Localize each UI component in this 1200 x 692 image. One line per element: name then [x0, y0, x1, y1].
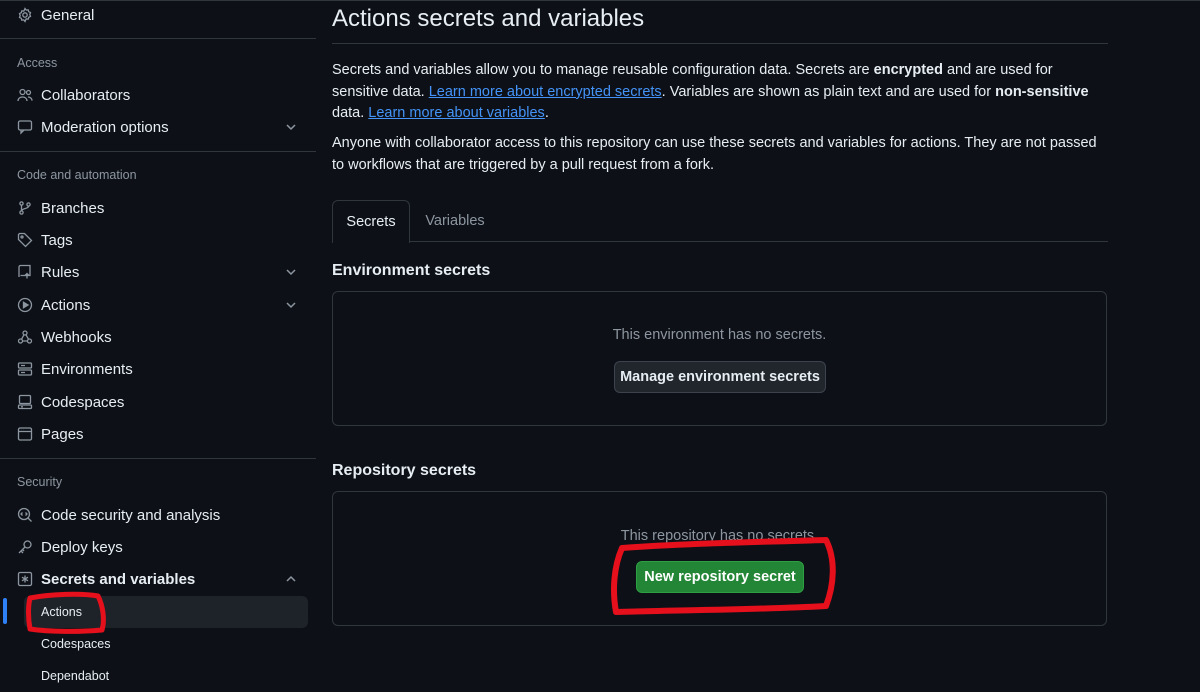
- environment-empty-text: This environment has no secrets.: [612, 327, 827, 343]
- sidebar-divider: [0, 458, 316, 459]
- sidebar-divider: [0, 38, 316, 39]
- tab-bar: Secrets Variables: [332, 200, 1108, 243]
- sidebar-subitem-actions[interactable]: Actions: [24, 596, 308, 628]
- repo-push-icon: [17, 264, 33, 280]
- repository-secrets-box: This repository has no secrets. New repo…: [332, 491, 1107, 626]
- tab-variables[interactable]: Variables: [414, 200, 496, 242]
- codespaces-icon: [17, 394, 33, 410]
- sidebar-item-label: Deploy keys: [41, 538, 123, 556]
- environment-secrets-box: This environment has no secrets. Manage …: [332, 291, 1107, 426]
- sidebar-item-code-security[interactable]: Code security and analysis: [8, 500, 308, 530]
- chevron-down-icon: [284, 298, 298, 312]
- branch-icon: [17, 200, 33, 216]
- sidebar-item-deploy-keys[interactable]: Deploy keys: [8, 532, 308, 562]
- play-icon: [17, 297, 33, 313]
- sidebar-item-pages[interactable]: Pages: [8, 419, 308, 449]
- learn-more-variables-link[interactable]: Learn more about variables: [368, 105, 545, 121]
- active-indicator: [3, 598, 7, 624]
- manage-environment-secrets-button[interactable]: Manage environment secrets: [614, 361, 826, 393]
- sidebar-item-rules[interactable]: Rules: [8, 257, 308, 287]
- settings-sidebar: General Access Collaborators Moderation …: [0, 0, 316, 688]
- sidebar-item-environments[interactable]: Environments: [8, 354, 308, 384]
- main-content: Actions secrets and variables Secrets an…: [332, 0, 1108, 688]
- sidebar-item-label: Tags: [41, 231, 73, 249]
- chevron-down-icon: [284, 265, 298, 279]
- gear-icon: [17, 7, 33, 23]
- intro-text: .: [544, 105, 549, 121]
- sidebar-item-collaborators[interactable]: Collaborators: [8, 80, 308, 110]
- asterisk-box-icon: [17, 571, 33, 587]
- tag-icon: [17, 232, 33, 248]
- sidebar-item-codespaces[interactable]: Codespaces: [8, 387, 308, 417]
- sidebar-item-label: Secrets and variables: [41, 570, 196, 588]
- sidebar-item-branches[interactable]: Branches: [8, 193, 308, 223]
- access-note: Anyone with collaborator access to this …: [332, 135, 1097, 173]
- sidebar-item-label: Pages: [41, 425, 84, 443]
- comment-icon: [17, 119, 33, 135]
- environment-secrets-heading: Environment secrets: [332, 262, 491, 279]
- people-icon: [17, 87, 33, 103]
- sidebar-item-label: General: [41, 6, 95, 24]
- sidebar-item-secrets-variables[interactable]: Secrets and variables: [8, 564, 308, 594]
- sidebar-item-label: Moderation options: [41, 118, 169, 136]
- server-icon: [17, 361, 33, 377]
- sidebar-item-tags[interactable]: Tags: [8, 225, 308, 255]
- intro-bold-encrypted: encrypted: [873, 62, 943, 78]
- key-icon: [17, 539, 33, 555]
- intro-paragraph: Secrets and variables allow you to manag…: [332, 60, 1108, 125]
- repository-secrets-heading: Repository secrets: [332, 462, 477, 479]
- repository-empty-text: This repository has no secrets.: [620, 528, 819, 544]
- learn-more-secrets-link[interactable]: Learn more about encrypted secrets: [429, 84, 662, 100]
- sidebar-item-label: Collaborators: [41, 86, 131, 104]
- section-label-security: Security: [17, 475, 63, 489]
- intro-text: data.: [332, 105, 369, 121]
- sidebar-item-label: Actions: [41, 296, 91, 314]
- sidebar-item-general[interactable]: General: [8, 0, 308, 30]
- intro-text: Secrets and variables allow you to manag…: [332, 62, 874, 78]
- sidebar-item-label: Branches: [41, 199, 105, 217]
- sidebar-item-webhooks[interactable]: Webhooks: [8, 322, 308, 352]
- sidebar-item-moderation[interactable]: Moderation options: [8, 112, 308, 142]
- page-title: Actions secrets and variables: [332, 5, 645, 32]
- section-label-code-automation: Code and automation: [17, 168, 137, 182]
- sidebar-item-label: Environments: [41, 360, 133, 378]
- sidebar-item-actions[interactable]: Actions: [8, 290, 308, 320]
- section-label-access: Access: [17, 56, 58, 70]
- tab-secrets[interactable]: Secrets: [332, 200, 410, 243]
- new-repository-secret-button[interactable]: New repository secret: [636, 561, 804, 593]
- chevron-down-icon: [284, 120, 298, 134]
- sidebar-subitem-codespaces[interactable]: Codespaces: [24, 628, 308, 660]
- browser-icon: [17, 426, 33, 442]
- intro-bold-non-sensitive: non-sensitive: [995, 83, 1089, 100]
- codescan-icon: [17, 507, 33, 523]
- webhook-icon: [17, 329, 33, 345]
- sidebar-item-label: Code security and analysis: [41, 506, 221, 524]
- sidebar-subitem-dependabot[interactable]: Dependabot: [24, 660, 308, 692]
- sidebar-divider: [0, 151, 316, 152]
- chevron-up-icon: [284, 572, 298, 586]
- title-divider: [332, 43, 1108, 44]
- intro-text: . Variables are shown as plain text and …: [661, 83, 996, 100]
- sidebar-item-label: Rules: [41, 263, 80, 281]
- sidebar-item-label: Webhooks: [41, 328, 112, 346]
- sidebar-item-label: Codespaces: [41, 393, 125, 411]
